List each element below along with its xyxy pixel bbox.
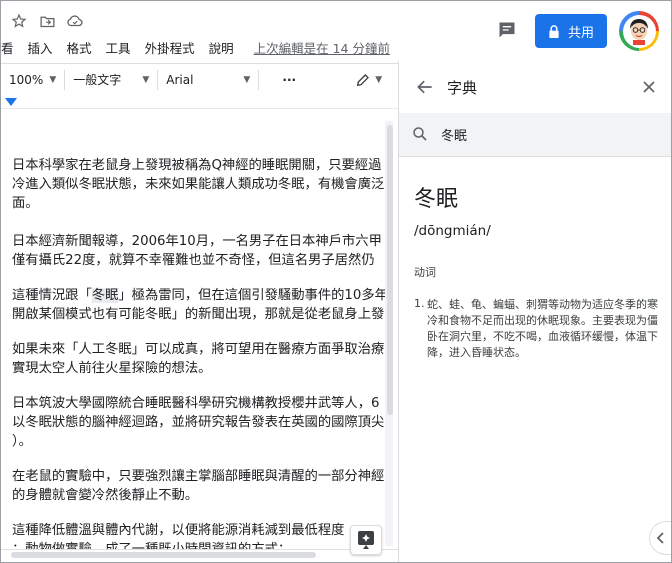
more-icon: ···: [282, 72, 297, 87]
paragraph: 如果未來「人工冬眠」可以成真，將可望用在醫療方面爭取治療 實現太空人前往火星探險…: [12, 340, 385, 378]
account-avatar[interactable]: [619, 11, 659, 51]
move-folder-icon[interactable]: [37, 11, 57, 31]
paragraph: 日本科學家在老鼠身上發現被稱為Q神經的睡眠開關，只要經過 冷進入類似冬眠狀態，未…: [12, 156, 385, 213]
paragraph: 日本筑波大學國際統合睡眠醫科學研究機構教授櫻井武等人，6 以冬眠狀態的腦神經迴路…: [12, 394, 385, 451]
cloud-status-icon[interactable]: [65, 11, 85, 31]
search-input[interactable]: [441, 123, 661, 145]
paragraph: 這種降低體溫與體內代謝，以便將能源消耗減到最低程度 ；動物做實驗，成了一種既小時…: [12, 521, 385, 549]
text-run: 」極為雷同，但在這個引發騷動事件的10多年: [118, 288, 385, 303]
search-icon: [413, 127, 427, 141]
paragraph: 這種情況跟「冬眠」極為雷同，但在這個引發騷動事件的10多年 開啟某個模式也有可能…: [12, 286, 385, 324]
menu-tools[interactable]: 工具: [106, 38, 131, 57]
text-line: 如果未來「人工冬眠」可以成真，將可望用在醫療方面爭取治療: [12, 342, 385, 357]
text-line: 在老鼠的實驗中，只要強烈讓主掌腦部睡眠與清醒的一部分神經: [12, 469, 385, 484]
chevron-left-icon: [656, 532, 664, 544]
text-line: 的身體就會變冷然後靜止不動。: [12, 488, 199, 503]
back-arrow-icon[interactable]: [415, 77, 435, 97]
share-button[interactable]: 共用: [535, 14, 607, 48]
zoom-select[interactable]: 100% ▼: [1, 70, 64, 90]
menu-view[interactable]: 看: [1, 38, 14, 57]
text-line: 實現太空人前往火星探險的想法。: [12, 361, 212, 376]
style-value: 一般文字: [73, 73, 122, 87]
indent-marker[interactable]: [5, 98, 17, 106]
menu-help[interactable]: 說明: [209, 38, 234, 57]
text-line: 以冬眠狀態的腦神經迴路，並將研究報告發表在英國的國際頂尖: [12, 415, 385, 430]
headword: 冬眠: [414, 187, 459, 212]
title-icons: [9, 11, 85, 31]
text-line: 冷進入類似冬眠狀態，未來如果能讓人類成功冬眠，有機會廣泛: [12, 177, 385, 192]
text-line: 日本經濟新聞報導，2006年10月，一名男子在日本神戶市六甲: [12, 234, 382, 249]
font-select[interactable]: Arial ▼: [158, 70, 258, 90]
app-window: 看 插入 格式 工具 外掛程式 說明 上次編輯是在 14 分鐘前 共用 100%…: [0, 0, 672, 563]
panel-title: 字典: [447, 79, 478, 97]
chevron-down-icon: ▼: [375, 74, 383, 85]
dictionary-search: [399, 113, 671, 157]
star-icon[interactable]: [9, 11, 29, 31]
text-line: 這種情況跟「冬眠」極為雷同，但在這個引發騷動事件的10多年: [12, 286, 385, 305]
text-line: ；動物做實驗，成了一種既小時間資訊的方式；: [12, 540, 385, 549]
ruler[interactable]: [1, 97, 398, 109]
text-line: 開啟某個模式也有可能冬眠」的新聞出現，那就是從老鼠身上發: [12, 307, 385, 322]
more-options-button[interactable]: ···: [259, 70, 319, 90]
text-line: 日本科學家在老鼠身上發現被稱為Q神經的睡眠開關，只要經過: [12, 158, 382, 173]
selected-word[interactable]: 冬眠: [91, 288, 119, 303]
definition-text: 蛇、蛙、龟、蝙蝠、刺猬等动物为适应冬季的寒冷和食物不足而出现的休眠现象。主要表现…: [427, 298, 658, 359]
paragraph: 在老鼠的實驗中，只要強烈讓主掌腦部睡眠與清醒的一部分神經 的身體就會變冷然後靜止…: [12, 467, 385, 505]
pronunciation: /dōngmián/: [414, 223, 491, 239]
part-of-speech: 动词: [414, 266, 436, 279]
share-label: 共用: [567, 25, 594, 41]
comment-icon: [499, 22, 515, 38]
text-run: 這種情況跟「: [12, 288, 92, 303]
text-line: ）。: [12, 434, 32, 449]
font-value: Arial: [166, 72, 194, 87]
formatting-toolbar: 100% ▼ 一般文字 ▼ Arial ▼ ··· ▼: [1, 63, 398, 95]
top-bar: 看 插入 格式 工具 外掛程式 說明 上次編輯是在 14 分鐘前 共用: [1, 1, 671, 61]
style-select[interactable]: 一般文字 ▼: [65, 70, 157, 90]
lock-icon: [549, 24, 559, 38]
menu-addons[interactable]: 外掛程式: [145, 38, 195, 57]
comment-history-button[interactable]: [495, 18, 519, 42]
menu-bar: 看 插入 格式 工具 外掛程式 說明 上次編輯是在 14 分鐘前: [1, 38, 390, 57]
chevron-down-icon: ▼: [49, 74, 57, 85]
pencil-icon: [357, 73, 370, 86]
last-edit-link[interactable]: 上次編輯是在 14 分鐘前: [254, 38, 390, 57]
explore-button[interactable]: [350, 525, 382, 555]
text-line: 這種降低體溫與體內代謝，以便將能源消耗減到最低程度: [12, 523, 345, 538]
vertical-scroll-thumb[interactable]: [387, 125, 393, 415]
text-line: 僅有攝氏22度，就算不幸罹難也並不奇怪，但這名男子居然仍: [12, 253, 375, 268]
definition-number: 1.: [414, 297, 425, 310]
paragraph: 日本經濟新聞報導，2006年10月，一名男子在日本神戶市六甲 僅有攝氏22度，就…: [12, 232, 385, 270]
explore-icon: [358, 531, 374, 549]
dictionary-panel: 字典 冬眠 /dōngmián/ 动词 1. 蛇、蛙、龟、蝙蝠、刺猬等动物为适应…: [398, 61, 671, 562]
text-line: 日本筑波大學國際統合睡眠醫科學研究機構教授櫻井武等人，6: [12, 396, 380, 411]
menu-insert[interactable]: 插入: [28, 38, 53, 57]
close-icon[interactable]: [639, 77, 659, 97]
menu-format[interactable]: 格式: [67, 38, 92, 57]
panel-header: 字典: [399, 61, 671, 113]
editing-mode-button[interactable]: ▼: [347, 70, 390, 90]
document-page[interactable]: 日本科學家在老鼠身上發現被稱為Q神經的睡眠開關，只要經過 冷進入類似冬眠狀態，未…: [1, 111, 385, 549]
chevron-down-icon: ▼: [243, 74, 251, 85]
zoom-value: 100%: [9, 72, 44, 87]
text-line: 面。: [12, 196, 39, 211]
horizontal-scroll-thumb[interactable]: [11, 552, 316, 558]
chevron-down-icon: ▼: [142, 74, 150, 85]
avatar-face: [622, 14, 656, 48]
